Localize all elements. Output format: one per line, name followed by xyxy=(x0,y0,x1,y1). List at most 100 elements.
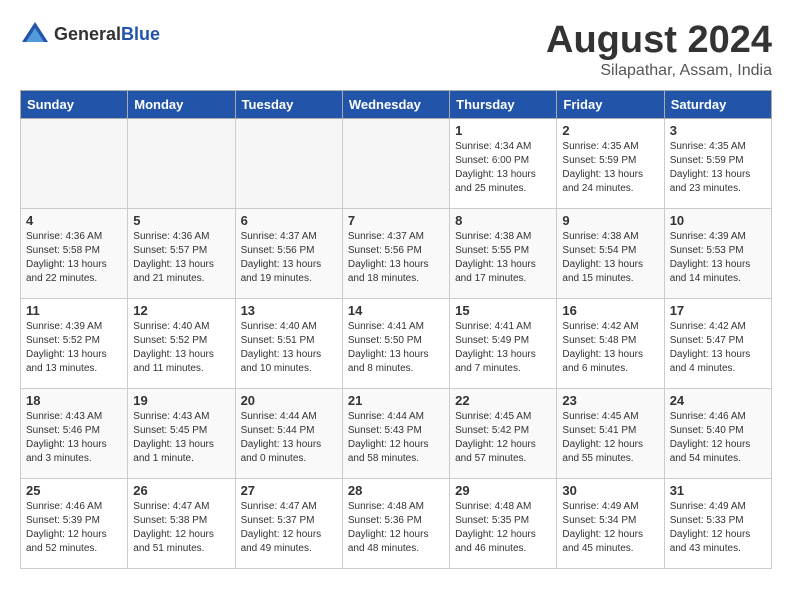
day-number: 19 xyxy=(133,393,229,408)
calendar-cell xyxy=(342,118,449,208)
day-info: Sunrise: 4:37 AMSunset: 5:56 PMDaylight:… xyxy=(241,230,337,286)
calendar-cell: 14 Sunrise: 4:41 AMSunset: 5:50 PMDayligh… xyxy=(342,298,449,388)
calendar-cell xyxy=(128,118,235,208)
day-number: 30 xyxy=(562,483,658,498)
header-saturday: Saturday xyxy=(664,90,771,118)
day-number: 14 xyxy=(348,303,444,318)
calendar-cell: 9 Sunrise: 4:38 AMSunset: 5:54 PMDaylight… xyxy=(557,208,664,298)
calendar-cell: 6 Sunrise: 4:37 AMSunset: 5:56 PMDaylight… xyxy=(235,208,342,298)
calendar-cell: 12 Sunrise: 4:40 AMSunset: 5:52 PMDayligh… xyxy=(128,298,235,388)
day-number: 24 xyxy=(670,393,766,408)
calendar-cell: 22Sunrise: 4:45 AMSunset: 5:42 PMDayligh… xyxy=(450,388,557,478)
header-wednesday: Wednesday xyxy=(342,90,449,118)
calendar-week-4: 18 Sunrise: 4:43 AMSunset: 5:46 PMDayligh… xyxy=(21,388,772,478)
calendar-cell: 27 Sunrise: 4:47 AMSunset: 5:37 PMDayligh… xyxy=(235,478,342,568)
day-info: Sunrise: 4:47 AMSunset: 5:38 PMDaylight:… xyxy=(133,500,229,556)
day-number: 8 xyxy=(455,213,551,228)
calendar-cell: 2 Sunrise: 4:35 AMSunset: 5:59 PMDaylight… xyxy=(557,118,664,208)
day-number: 11 xyxy=(26,303,122,318)
calendar-week-3: 11 Sunrise: 4:39 AMSunset: 5:52 PMDayligh… xyxy=(21,298,772,388)
calendar-cell: 20 Sunrise: 4:44 AMSunset: 5:44 PMDayligh… xyxy=(235,388,342,478)
day-info: Sunrise: 4:43 AMSunset: 5:45 PMDaylight:… xyxy=(133,410,229,466)
day-info: Sunrise: 4:34 AMSunset: 6:00 PMDaylight:… xyxy=(455,140,551,196)
calendar-cell: 7Sunrise: 4:37 AMSunset: 5:56 PMDaylight… xyxy=(342,208,449,298)
day-number: 22 xyxy=(455,393,551,408)
day-number: 5 xyxy=(133,213,229,228)
day-number: 25 xyxy=(26,483,122,498)
header-friday: Friday xyxy=(557,90,664,118)
calendar-week-2: 4Sunrise: 4:36 AMSunset: 5:58 PMDaylight… xyxy=(21,208,772,298)
calendar-subtitle: Silapathar, Assam, India xyxy=(546,62,772,80)
day-number: 6 xyxy=(241,213,337,228)
day-number: 7 xyxy=(348,213,444,228)
day-info: Sunrise: 4:42 AMSunset: 5:47 PMDaylight:… xyxy=(670,320,766,376)
title-section: August 2024 Silapathar, Assam, India xyxy=(546,20,772,80)
day-info: Sunrise: 4:38 AMSunset: 5:54 PMDaylight:… xyxy=(562,230,658,286)
calendar-cell: 28 Sunrise: 4:48 AMSunset: 5:36 PMDayligh… xyxy=(342,478,449,568)
calendar-cell: 11 Sunrise: 4:39 AMSunset: 5:52 PMDayligh… xyxy=(21,298,128,388)
day-info: Sunrise: 4:41 AMSunset: 5:50 PMDaylight:… xyxy=(348,320,444,376)
calendar-cell: 15Sunrise: 4:41 AMSunset: 5:49 PMDayligh… xyxy=(450,298,557,388)
day-info: Sunrise: 4:43 AMSunset: 5:46 PMDaylight:… xyxy=(26,410,122,466)
day-info: Sunrise: 4:49 AMSunset: 5:34 PMDaylight:… xyxy=(562,500,658,556)
calendar-header-row: SundayMondayTuesdayWednesdayThursdayFrid… xyxy=(21,90,772,118)
day-number: 27 xyxy=(241,483,337,498)
calendar-cell xyxy=(235,118,342,208)
calendar-week-1: 1Sunrise: 4:34 AMSunset: 6:00 PMDaylight… xyxy=(21,118,772,208)
logo-icon xyxy=(20,20,50,50)
logo: GeneralBlue xyxy=(20,20,160,50)
header-tuesday: Tuesday xyxy=(235,90,342,118)
calendar-cell: 23 Sunrise: 4:45 AMSunset: 5:41 PMDayligh… xyxy=(557,388,664,478)
day-info: Sunrise: 4:46 AMSunset: 5:39 PMDaylight:… xyxy=(26,500,122,556)
day-number: 3 xyxy=(670,123,766,138)
calendar-cell: 13 Sunrise: 4:40 AMSunset: 5:51 PMDayligh… xyxy=(235,298,342,388)
day-number: 23 xyxy=(562,393,658,408)
day-number: 31 xyxy=(670,483,766,498)
day-number: 29 xyxy=(455,483,551,498)
day-info: Sunrise: 4:45 AMSunset: 5:41 PMDaylight:… xyxy=(562,410,658,466)
day-number: 21 xyxy=(348,393,444,408)
calendar-cell: 30 Sunrise: 4:49 AMSunset: 5:34 PMDayligh… xyxy=(557,478,664,568)
calendar-cell: 25 Sunrise: 4:46 AMSunset: 5:39 PMDayligh… xyxy=(21,478,128,568)
calendar-cell: 24 Sunrise: 4:46 AMSunset: 5:40 PMDayligh… xyxy=(664,388,771,478)
logo-general: GeneralBlue xyxy=(54,25,160,45)
day-number: 20 xyxy=(241,393,337,408)
day-number: 9 xyxy=(562,213,658,228)
page-header: GeneralBlue August 2024 Silapathar, Assa… xyxy=(20,20,772,80)
day-number: 17 xyxy=(670,303,766,318)
calendar-week-5: 25 Sunrise: 4:46 AMSunset: 5:39 PMDayligh… xyxy=(21,478,772,568)
day-info: Sunrise: 4:38 AMSunset: 5:55 PMDaylight:… xyxy=(455,230,551,286)
day-number: 15 xyxy=(455,303,551,318)
day-info: Sunrise: 4:35 AMSunset: 5:59 PMDaylight:… xyxy=(562,140,658,196)
calendar-cell: 17 Sunrise: 4:42 AMSunset: 5:47 PMDayligh… xyxy=(664,298,771,388)
header-sunday: Sunday xyxy=(21,90,128,118)
day-info: Sunrise: 4:39 AMSunset: 5:52 PMDaylight:… xyxy=(26,320,122,376)
calendar-cell: 29Sunrise: 4:48 AMSunset: 5:35 PMDayligh… xyxy=(450,478,557,568)
day-info: Sunrise: 4:35 AMSunset: 5:59 PMDaylight:… xyxy=(670,140,766,196)
header-monday: Monday xyxy=(128,90,235,118)
day-info: Sunrise: 4:44 AMSunset: 5:43 PMDaylight:… xyxy=(348,410,444,466)
day-info: Sunrise: 4:40 AMSunset: 5:52 PMDaylight:… xyxy=(133,320,229,376)
calendar-cell xyxy=(21,118,128,208)
calendar-cell: 21 Sunrise: 4:44 AMSunset: 5:43 PMDayligh… xyxy=(342,388,449,478)
day-number: 28 xyxy=(348,483,444,498)
calendar-cell: 26Sunrise: 4:47 AMSunset: 5:38 PMDayligh… xyxy=(128,478,235,568)
calendar-cell: 16 Sunrise: 4:42 AMSunset: 5:48 PMDayligh… xyxy=(557,298,664,388)
day-number: 10 xyxy=(670,213,766,228)
day-number: 18 xyxy=(26,393,122,408)
day-number: 2 xyxy=(562,123,658,138)
day-info: Sunrise: 4:47 AMSunset: 5:37 PMDaylight:… xyxy=(241,500,337,556)
day-info: Sunrise: 4:36 AMSunset: 5:57 PMDaylight:… xyxy=(133,230,229,286)
calendar-table: SundayMondayTuesdayWednesdayThursdayFrid… xyxy=(20,90,772,569)
day-info: Sunrise: 4:48 AMSunset: 5:36 PMDaylight:… xyxy=(348,500,444,556)
day-number: 16 xyxy=(562,303,658,318)
day-info: Sunrise: 4:40 AMSunset: 5:51 PMDaylight:… xyxy=(241,320,337,376)
day-info: Sunrise: 4:39 AMSunset: 5:53 PMDaylight:… xyxy=(670,230,766,286)
day-info: Sunrise: 4:42 AMSunset: 5:48 PMDaylight:… xyxy=(562,320,658,376)
day-info: Sunrise: 4:46 AMSunset: 5:40 PMDaylight:… xyxy=(670,410,766,466)
day-number: 4 xyxy=(26,213,122,228)
day-number: 13 xyxy=(241,303,337,318)
calendar-cell: 1Sunrise: 4:34 AMSunset: 6:00 PMDaylight… xyxy=(450,118,557,208)
day-number: 12 xyxy=(133,303,229,318)
day-info: Sunrise: 4:44 AMSunset: 5:44 PMDaylight:… xyxy=(241,410,337,466)
